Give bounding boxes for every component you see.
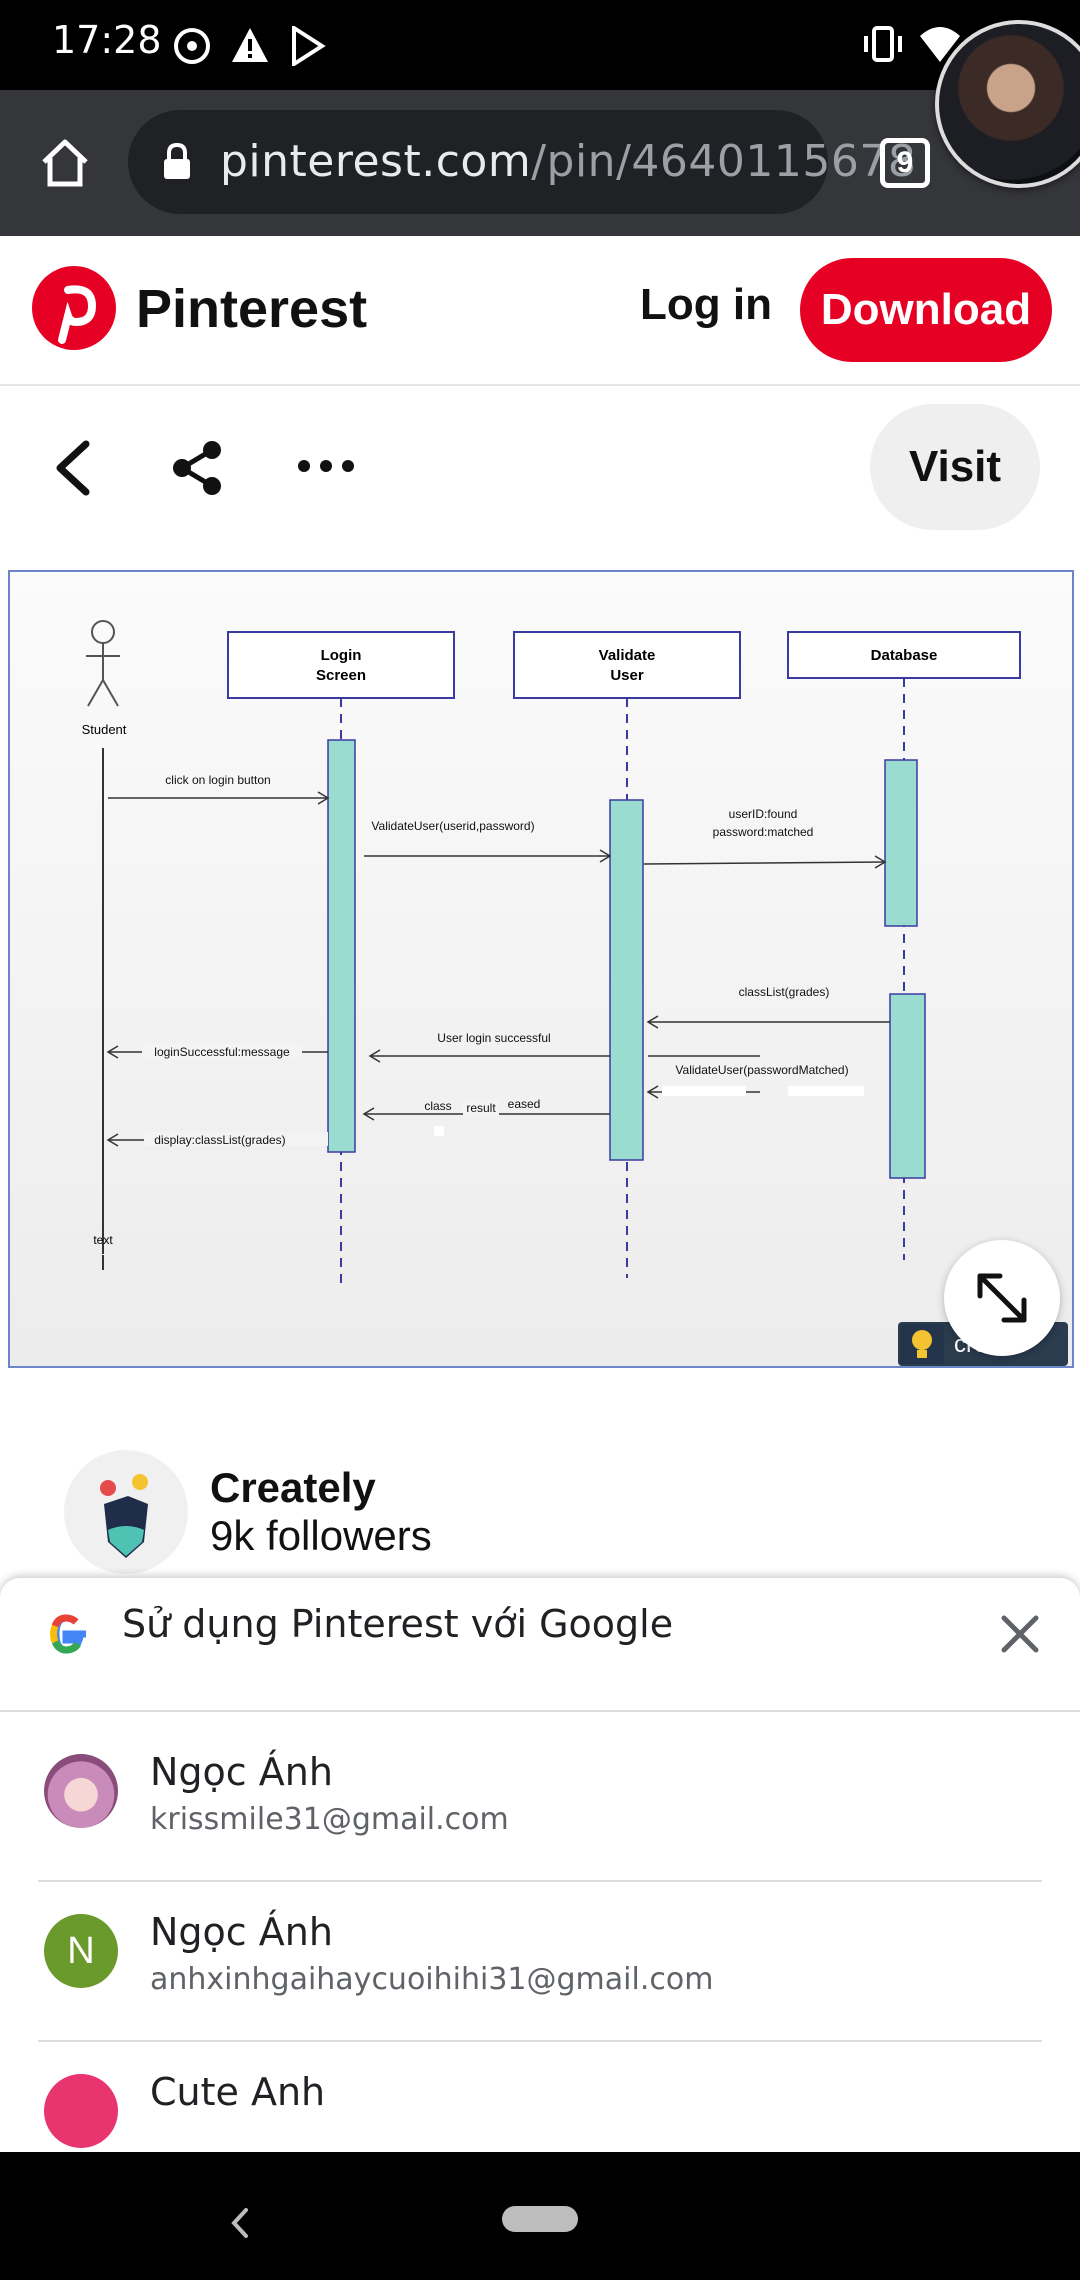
login-button[interactable]: Log in — [640, 280, 772, 330]
account-item[interactable]: Ngọc Ánh krissmile31@gmail.com — [0, 1714, 1080, 1874]
msg-validate-user: ValidateUser(userid,password) — [371, 819, 534, 833]
pinterest-brand[interactable]: Pinterest — [136, 278, 367, 340]
pin-image[interactable]: Student text Login Screen Validate User … — [8, 570, 1074, 1368]
msg-user-login-successful: User login successful — [437, 1031, 550, 1045]
account-email: anhxinhgaihaycuoihihi31@gmail.com — [150, 1962, 714, 1997]
play-store-icon — [292, 26, 326, 66]
pinterest-logo-icon[interactable] — [32, 266, 116, 350]
creator-followers: 9k followers — [210, 1512, 432, 1559]
download-button[interactable]: Download — [800, 258, 1052, 362]
tab-switcher-button[interactable]: 9 — [880, 138, 930, 188]
share-icon[interactable] — [168, 438, 228, 498]
nav-home-pill[interactable] — [502, 2206, 578, 2232]
account-email: krissmile31@gmail.com — [150, 1802, 509, 1837]
url-path: /pin/4640115678 — [531, 136, 917, 187]
msg-userid-found: userID:found — [729, 807, 798, 821]
activation-database-1 — [884, 759, 918, 927]
diagram-mask-2 — [788, 1086, 864, 1096]
lock-icon — [164, 142, 190, 179]
more-options-icon[interactable] — [296, 452, 356, 482]
msg-click-login: click on login button — [165, 773, 270, 787]
creator-name[interactable]: Creately — [210, 1464, 376, 1512]
google-signin-sheet: Sử dụng Pinterest với Google Ngọc Ánh kr… — [0, 1578, 1080, 2152]
sequence-diagram: Student text Login Screen Validate User … — [82, 620, 1068, 1366]
activation-database-2 — [889, 993, 926, 1179]
actor-label: Student — [82, 722, 127, 737]
status-bar: 17:28 — [0, 0, 1080, 90]
home-icon[interactable] — [38, 136, 92, 188]
warning-icon — [232, 28, 268, 62]
lifeline-validate-label-1: Validate — [599, 647, 656, 664]
expand-image-button[interactable] — [944, 1240, 1060, 1356]
lifeline-database-label: Database — [871, 647, 938, 664]
lifeline-validate-label-2: User — [610, 667, 644, 684]
actor-stick-figure — [86, 620, 120, 707]
msg-result: result — [466, 1101, 496, 1115]
url-text: pinterest.com/pin/4640115678 — [220, 136, 916, 187]
msg-class: class — [424, 1099, 451, 1113]
creately-logo-icon — [100, 1474, 148, 1558]
google-g-icon — [50, 1614, 86, 1654]
diagram-mask-3 — [434, 1126, 444, 1136]
account-name: Cute Anh — [150, 2070, 326, 2114]
creator-avatar[interactable] — [64, 1450, 188, 1574]
browser-toolbar: pinterest.com/pin/4640115678 9 — [0, 90, 1080, 236]
nav-back-icon[interactable] — [228, 2206, 252, 2240]
msg-display-classlist: display:classList(grades) — [154, 1133, 285, 1147]
msg-login-successful: loginSuccessful:message — [154, 1045, 290, 1059]
diagram-mask-1 — [662, 1086, 746, 1096]
actor-bottom-label: text — [93, 1233, 113, 1247]
status-time: 17:28 — [52, 18, 162, 62]
activation-login — [327, 739, 356, 1153]
account-item[interactable]: Cute Anh — [0, 2034, 1080, 2152]
chrome-notification-icon — [174, 28, 210, 64]
back-arrow-icon[interactable] — [50, 440, 94, 496]
msg-eased: eased — [508, 1097, 541, 1111]
visit-button[interactable]: Visit — [870, 404, 1040, 530]
sheet-title: Sử dụng Pinterest với Google — [122, 1602, 674, 1646]
account-name: Ngọc Ánh — [150, 1750, 333, 1794]
vibrate-icon — [864, 26, 902, 62]
lifeline-login-label-2: Screen — [316, 667, 366, 684]
account-avatar-pink — [44, 2074, 118, 2148]
account-avatar-anime — [44, 1754, 118, 1828]
sheet-divider — [0, 1710, 1080, 1712]
msg-validate-password-matched: ValidateUser(passwordMatched) — [675, 1063, 848, 1077]
account-avatar-initial: N — [44, 1914, 118, 1988]
expand-arrows-icon — [977, 1273, 1027, 1323]
lifeline-login-label-1: Login — [321, 647, 362, 664]
account-item[interactable]: N Ngọc Ánh anhxinhgaihaycuoihihi31@gmail… — [0, 1874, 1080, 2034]
msg-classlist-grades: classList(grades) — [739, 985, 830, 999]
account-name: Ngọc Ánh — [150, 1910, 333, 1954]
url-host: pinterest.com — [220, 136, 532, 187]
msg-password-matched: password:matched — [713, 825, 814, 839]
activation-validate — [609, 799, 644, 1161]
close-icon[interactable] — [1000, 1614, 1040, 1654]
pinterest-header: Pinterest Log in Download — [0, 236, 1080, 386]
url-bar[interactable]: pinterest.com/pin/4640115678 — [128, 110, 916, 214]
pinterest-p-glyph — [58, 285, 97, 344]
